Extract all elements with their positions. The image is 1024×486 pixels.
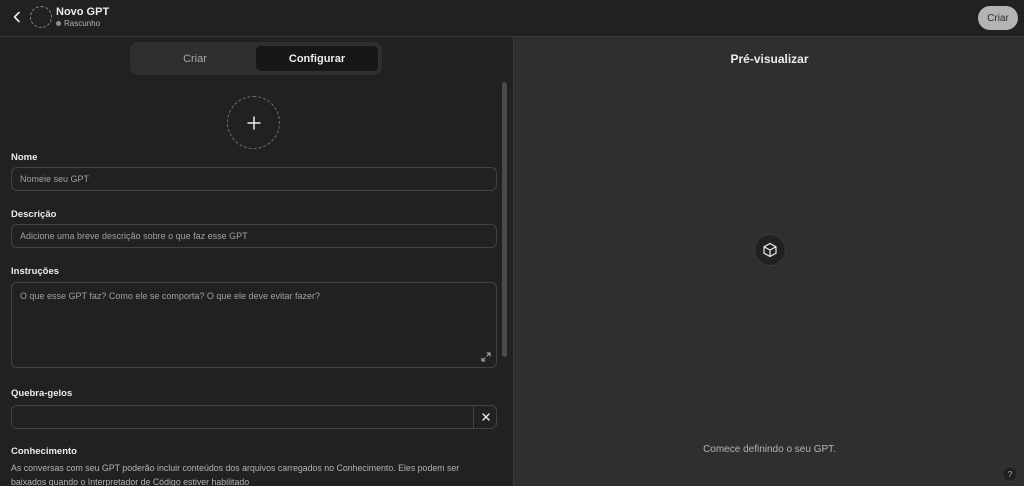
help-button[interactable]: ? (1002, 466, 1018, 482)
top-bar: Novo GPT Rascunho Criar (0, 0, 1024, 37)
instructions-placeholder: O que esse GPT faz? Como ele se comporta… (20, 291, 320, 301)
name-input[interactable]: Nomeie seu GPT (11, 167, 497, 191)
chevron-left-icon (13, 11, 20, 23)
mode-tabs: Criar Configurar (130, 42, 382, 75)
preview-panel: Pré-visualizar Comece definindo o seu GP… (513, 37, 1024, 486)
description-placeholder: Adicione uma breve descrição sobre o que… (20, 231, 248, 241)
close-icon (481, 413, 490, 421)
preview-title: Pré-visualizar (730, 52, 809, 66)
name-placeholder: Nomeie seu GPT (20, 174, 90, 184)
gpt-placeholder-avatar (754, 234, 786, 266)
knowledge-description: As conversas com seu GPT poderão incluir… (11, 463, 460, 486)
tab-configurar[interactable]: Configurar (256, 46, 378, 71)
instructions-label: Instruções (11, 266, 60, 277)
cube-icon (763, 242, 777, 258)
conversation-starters-label: Quebra-gelos (11, 388, 73, 399)
expand-icon[interactable] (481, 352, 491, 362)
description-input[interactable]: Adicione uma breve descrição sobre o que… (11, 224, 497, 248)
name-label: Nome (11, 152, 38, 163)
tab-criar[interactable]: Criar (134, 46, 256, 71)
clear-starter-button[interactable] (473, 405, 497, 429)
image-upload-button[interactable] (227, 96, 280, 149)
plus-icon (246, 115, 261, 130)
knowledge-label: Conhecimento (11, 446, 77, 457)
back-button[interactable] (8, 8, 26, 26)
conversation-starter-input[interactable] (11, 405, 497, 429)
gpt-avatar (30, 6, 52, 28)
gpt-title: Novo GPT (56, 6, 110, 18)
draft-status: Rascunho (56, 19, 100, 28)
status-dot (56, 21, 61, 26)
status-label: Rascunho (64, 19, 101, 28)
editor-panel: Criar Configurar Nome Nomeie seu GPT Des… (0, 37, 512, 486)
create-button[interactable]: Criar (978, 6, 1018, 30)
scrollbar[interactable] (502, 82, 507, 357)
instructions-textarea[interactable]: O que esse GPT faz? Como ele se comporta… (11, 282, 497, 368)
description-label: Descrição (11, 209, 57, 220)
preview-hint: Comece definindo o seu GPT. (703, 444, 836, 455)
